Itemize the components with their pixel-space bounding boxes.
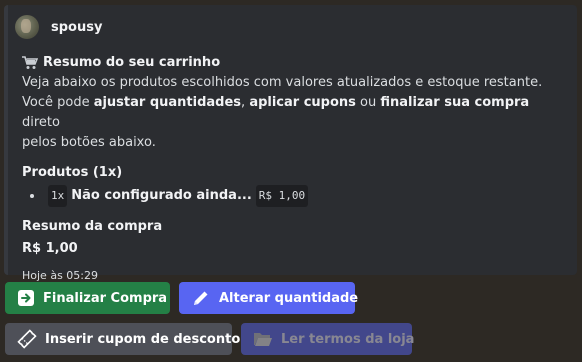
finalize-label: Finalizar Compra	[43, 290, 168, 306]
description-line-2: Você pode ajustar quantidades, aplicar c…	[22, 95, 530, 130]
change-quantity-button[interactable]: Alterar quantidade	[179, 282, 359, 314]
read-terms-button[interactable]: Ler termos da loja	[241, 323, 415, 355]
shopping-cart-icon	[22, 56, 38, 69]
change-quantity-label: Alterar quantidade	[219, 290, 359, 306]
insert-coupon-button[interactable]: Inserir cupom de desconto	[5, 323, 240, 355]
pencil-icon	[194, 291, 208, 305]
embed-title: Resumo do seu carrinho	[43, 55, 221, 70]
finalize-purchase-button[interactable]: Finalizar Compra	[5, 282, 170, 314]
description-line-3: pelos botões abaixo.	[22, 135, 156, 150]
products-label: Produtos (1x)	[22, 165, 123, 180]
description-line-1: Veja abaixo os produtos escolhidos com v…	[22, 75, 543, 90]
embed-timestamp: Hoje às 05:29	[22, 269, 98, 282]
bullet	[30, 194, 34, 198]
embed-title-line: Resumo do seu carrinho	[22, 53, 565, 73]
avatar[interactable]	[15, 15, 39, 39]
embed-author: spousy	[15, 13, 565, 41]
summary-total: R$ 1,00	[22, 241, 78, 256]
cart-embed: spousy Resumo do seu carrinho Veja abaix…	[4, 5, 577, 282]
ticket-icon	[17, 329, 37, 349]
embed-description: Resumo do seu carrinho Veja abaixo os pr…	[22, 53, 565, 153]
insert-coupon-label: Inserir cupom de desconto	[45, 331, 241, 347]
summary-label: Resumo da compra	[22, 219, 163, 234]
list-item: 1x Não configurado ainda... R$ 1,00	[22, 185, 565, 207]
author-name[interactable]: spousy	[51, 20, 102, 35]
product-quantity: 1x	[48, 185, 68, 207]
product-price: R$ 1,00	[255, 185, 309, 207]
open-folder-icon	[254, 333, 272, 346]
product-name: Não configurado ainda...	[71, 188, 252, 203]
enter-icon	[18, 290, 34, 306]
read-terms-label: Ler termos da loja	[281, 331, 415, 347]
